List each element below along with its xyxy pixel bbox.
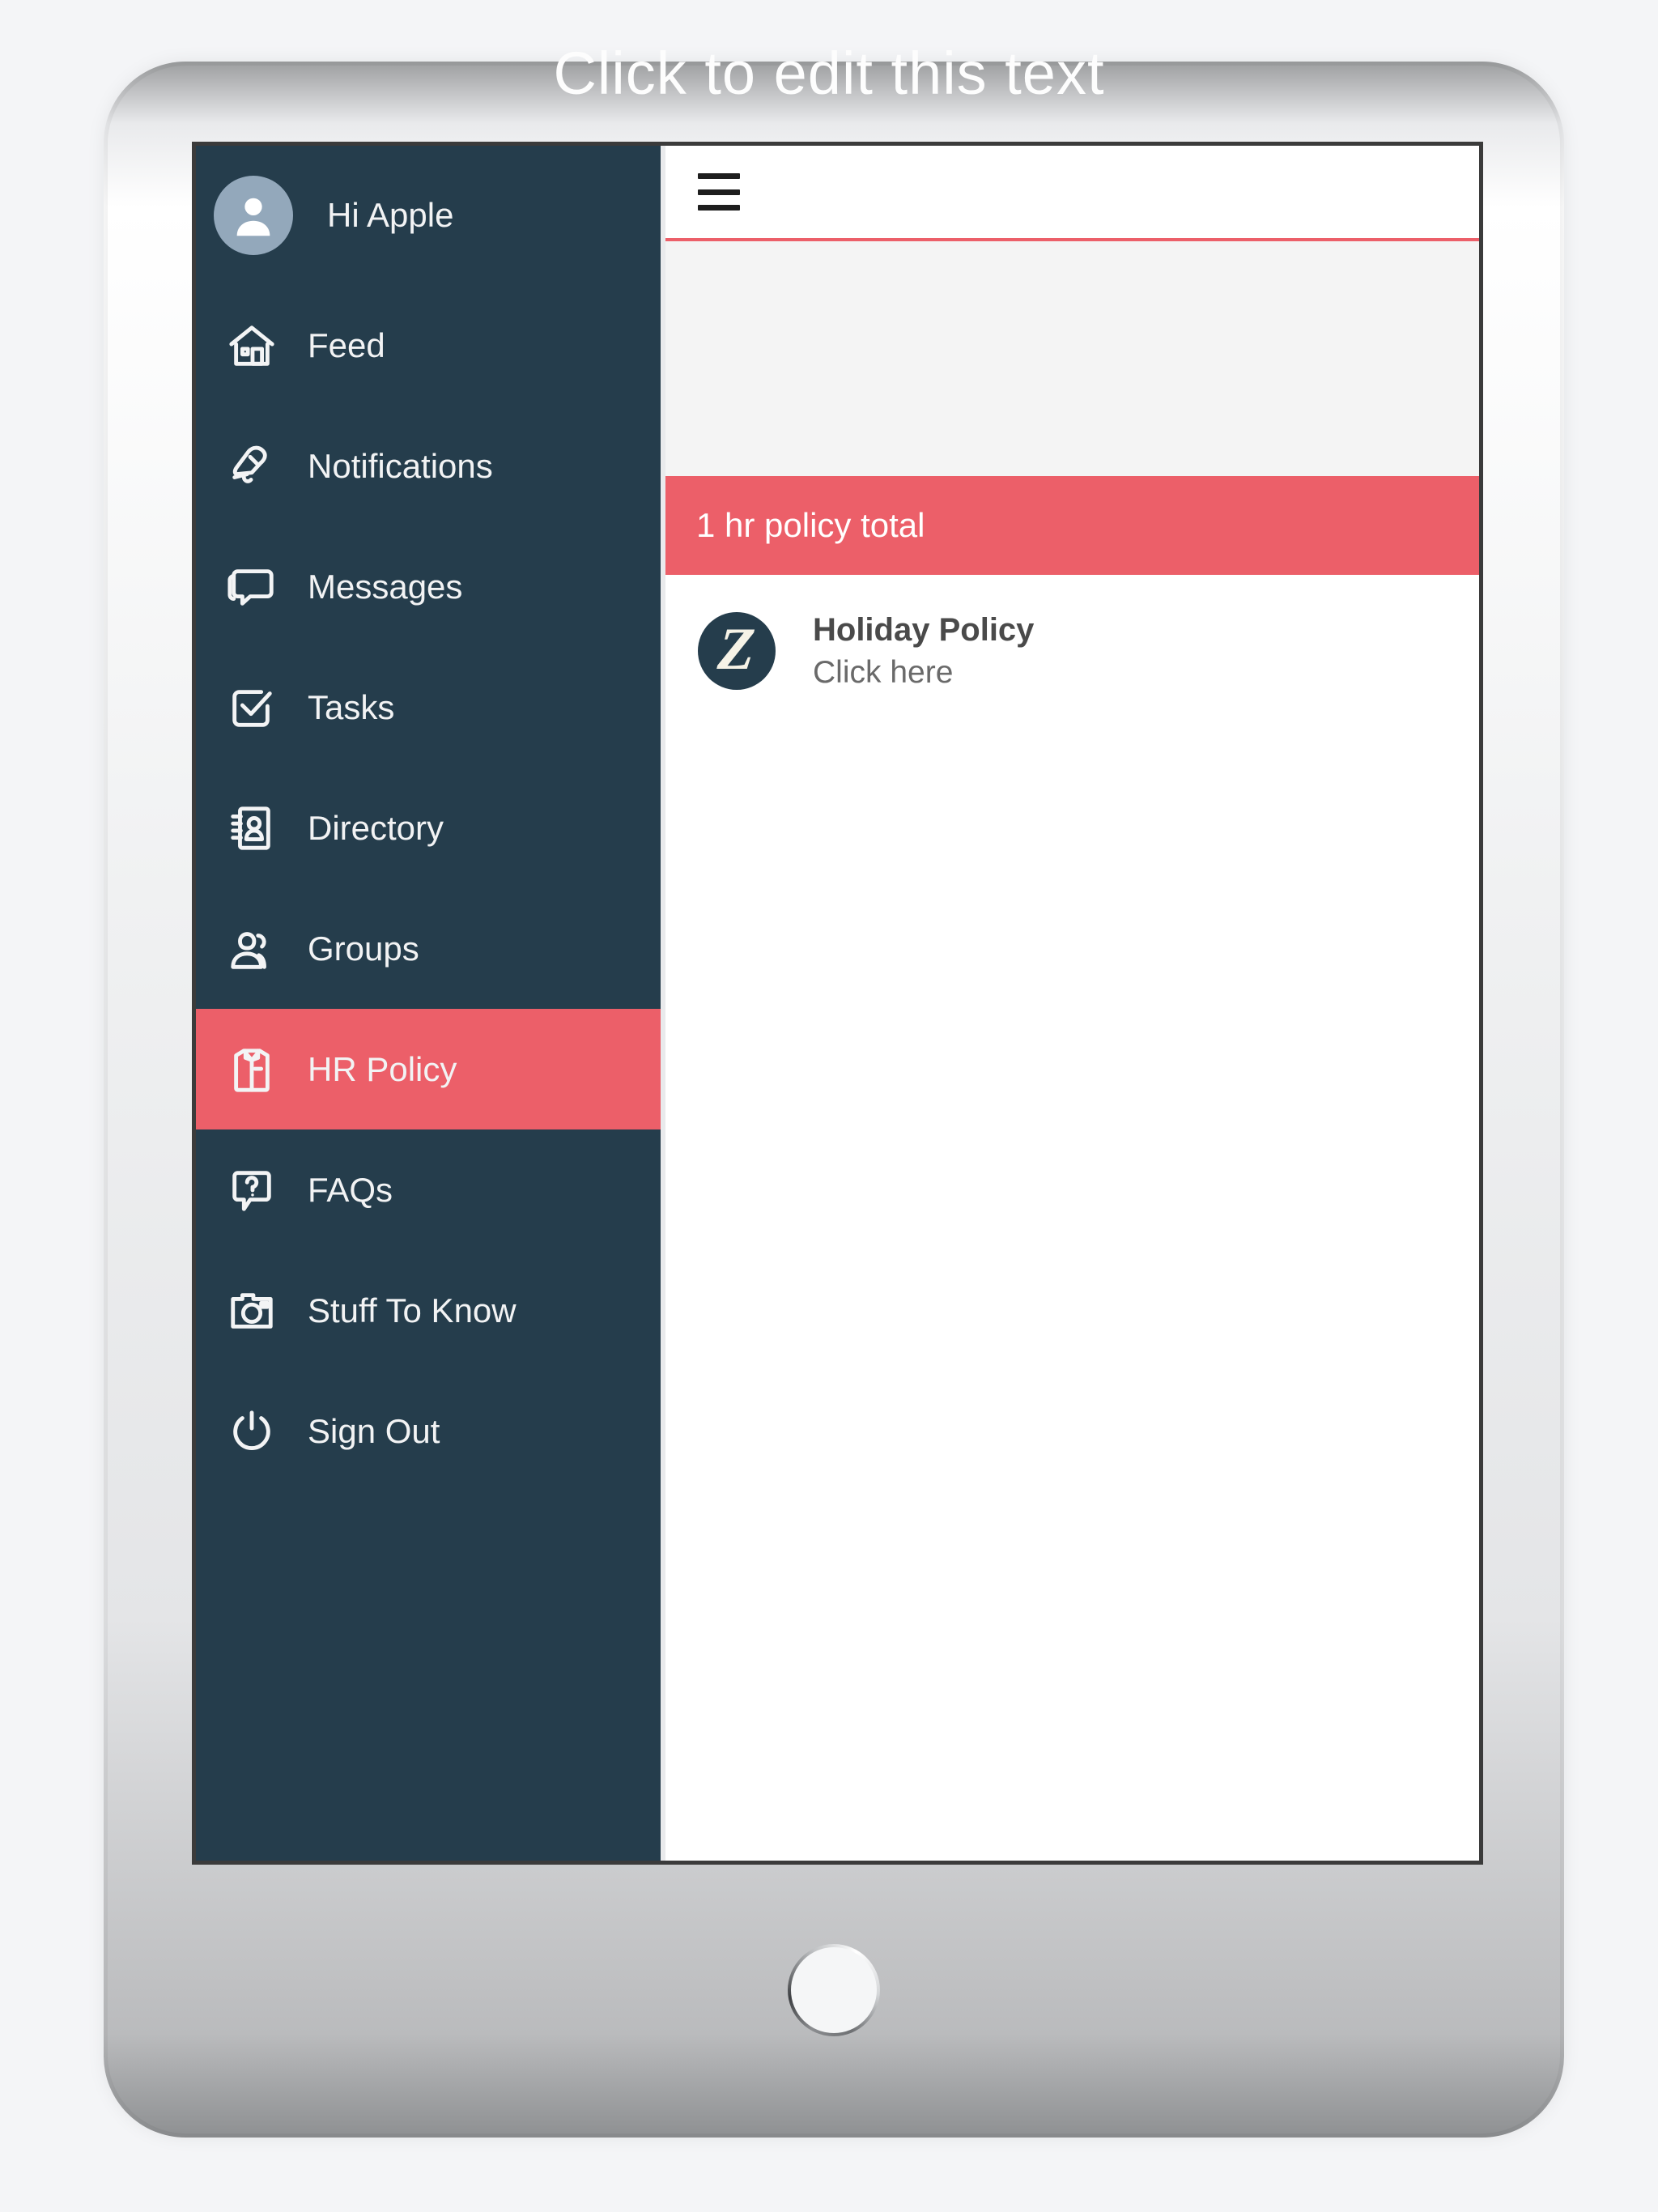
shirt-icon <box>220 1044 283 1095</box>
list-item[interactable]: Z Holiday Policy Click here <box>665 599 1479 701</box>
bell-icon <box>220 441 283 491</box>
power-icon <box>220 1406 283 1457</box>
policy-list: Z Holiday Policy Click here <box>665 575 1479 1861</box>
sidebar-item-hr-policy[interactable]: HR Policy <box>196 1009 661 1129</box>
home-icon <box>220 321 283 371</box>
sidebar-item-label: Feed <box>308 325 385 364</box>
sidebar-item-label: Messages <box>308 567 463 606</box>
sidebar-item-label: Sign Out <box>308 1411 440 1450</box>
sidebar-item-label: Tasks <box>308 687 395 726</box>
sidebar-item-label: FAQs <box>308 1170 393 1209</box>
checkbox-icon <box>220 683 283 733</box>
policy-total-label: 1 hr policy total <box>696 506 925 544</box>
content-spacer <box>665 241 1479 476</box>
profile-greeting: Hi Apple <box>327 196 454 234</box>
sidebar-item-label: Notifications <box>308 446 493 485</box>
app-header <box>665 146 1479 241</box>
policy-logo-icon: Z <box>698 612 776 690</box>
home-button[interactable] <box>788 1944 880 2036</box>
sidebar-item-tasks[interactable]: Tasks <box>196 647 661 768</box>
chat-bubble-icon <box>220 562 283 612</box>
sidebar-item-feed[interactable]: Feed <box>196 285 661 406</box>
group-users-icon <box>220 924 283 974</box>
sidebar-item-directory[interactable]: Directory <box>196 768 661 888</box>
tablet-device-frame: Hi Apple Feed Notifications Messages Tas… <box>104 62 1564 2138</box>
hamburger-bar <box>698 173 740 179</box>
policy-title: Holiday Policy <box>813 612 1035 648</box>
hamburger-menu-icon[interactable] <box>698 168 748 215</box>
sidebar-item-groups[interactable]: Groups <box>196 888 661 1009</box>
sidebar-item-label: Groups <box>308 929 419 968</box>
policy-logo-letter: Z <box>716 616 758 683</box>
policy-subtitle: Click here <box>813 654 954 690</box>
sidebar-item-stuff-to-know[interactable]: Stuff To Know <box>196 1250 661 1371</box>
app-screen: Hi Apple Feed Notifications Messages Tas… <box>192 142 1483 1865</box>
user-avatar-icon <box>214 176 293 255</box>
policy-text-block: Holiday Policy Click here <box>813 609 1034 691</box>
address-book-icon <box>220 803 283 853</box>
sidebar-item-label: HR Policy <box>308 1049 457 1088</box>
sidebar-item-sign-out[interactable]: Sign Out <box>196 1371 661 1491</box>
sidebar-item-notifications[interactable]: Notifications <box>196 406 661 526</box>
sidebar-navigation: Hi Apple Feed Notifications Messages Tas… <box>196 146 665 1861</box>
sidebar-item-faqs[interactable]: FAQs <box>196 1129 661 1250</box>
sidebar-profile[interactable]: Hi Apple <box>196 146 661 285</box>
policy-total-banner: 1 hr policy total <box>665 476 1479 575</box>
main-content: 1 hr policy total Z Holiday Policy Click… <box>665 146 1479 1861</box>
sidebar-item-label: Stuff To Know <box>308 1291 517 1329</box>
sidebar-item-label: Directory <box>308 808 444 847</box>
hamburger-bar <box>698 205 740 211</box>
hamburger-bar <box>698 189 740 195</box>
camera-icon <box>220 1286 283 1336</box>
question-bubble-icon <box>220 1165 283 1215</box>
sidebar-item-messages[interactable]: Messages <box>196 526 661 647</box>
